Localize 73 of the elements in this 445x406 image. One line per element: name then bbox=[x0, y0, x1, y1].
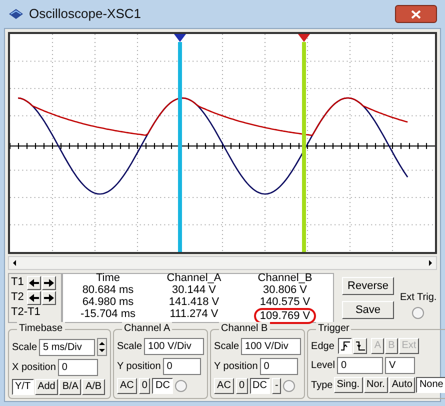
ext-trig-label: Ext Trig. bbox=[400, 290, 437, 304]
rising-edge-icon bbox=[340, 341, 350, 351]
action-button[interactable]: Save bbox=[342, 301, 394, 319]
column-header: Channel_A bbox=[166, 272, 222, 284]
action-button[interactable]: Reverse bbox=[342, 277, 394, 295]
oscilloscope-icon bbox=[8, 8, 24, 20]
cursor-marker-icon[interactable] bbox=[298, 34, 310, 42]
toggle-button[interactable]: B/A bbox=[59, 379, 82, 395]
radio-button[interactable] bbox=[412, 306, 424, 318]
field-label: Type bbox=[311, 378, 333, 392]
position-field[interactable]: 0 bbox=[162, 358, 201, 375]
close-icon bbox=[411, 10, 421, 18]
readout-value: 80.684 ms bbox=[81, 284, 135, 296]
right-arrow-icon bbox=[44, 294, 54, 302]
group-title: Trigger bbox=[316, 322, 352, 336]
position-field[interactable]: 0 bbox=[260, 358, 298, 375]
field-label: Y position bbox=[117, 360, 161, 374]
toggle-button[interactable]: A/B bbox=[82, 379, 105, 395]
readout-value: 111.274 V bbox=[168, 308, 220, 322]
readout-value: 30.144 V bbox=[170, 284, 218, 296]
field-label: Scale bbox=[214, 340, 240, 354]
toggle-button[interactable]: AC bbox=[214, 378, 234, 394]
toggle-button[interactable]: DC bbox=[152, 378, 173, 394]
left-arrow-button[interactable] bbox=[26, 276, 41, 290]
edge-button[interactable] bbox=[338, 338, 352, 354]
field-label: Edge bbox=[311, 340, 334, 354]
toggle-button[interactable]: Auto bbox=[388, 377, 416, 393]
toggle-button[interactable]: Y/T bbox=[12, 379, 34, 395]
close-button[interactable] bbox=[395, 5, 437, 23]
toggle-button[interactable]: 0 bbox=[138, 378, 150, 394]
scale-field[interactable]: 100 V/Div bbox=[241, 338, 302, 355]
field-label: X position bbox=[12, 361, 56, 375]
scale-field[interactable]: 100 V/Div bbox=[144, 338, 204, 355]
toggle-button[interactable]: Nor. bbox=[364, 377, 388, 393]
toggle-button[interactable]: 0 bbox=[236, 378, 248, 394]
field-label: Scale bbox=[117, 340, 142, 354]
spin-button[interactable] bbox=[97, 338, 108, 356]
window-title: Oscilloscope-XSC1 bbox=[29, 5, 141, 24]
toggle-button[interactable]: AC bbox=[117, 378, 137, 394]
toggle-button[interactable]: None bbox=[416, 377, 445, 393]
cursor-marker-icon[interactable] bbox=[174, 34, 186, 42]
radio-button[interactable] bbox=[174, 380, 187, 392]
toggle-button[interactable]: DC bbox=[250, 378, 270, 394]
field-label: Scale bbox=[12, 340, 38, 354]
field-label: Level bbox=[311, 359, 335, 373]
cursor-row-label: T1 bbox=[11, 275, 24, 290]
position-field[interactable]: 0 bbox=[58, 359, 98, 376]
column-header: Time bbox=[94, 272, 122, 284]
column-header: Channel_B bbox=[256, 272, 314, 284]
readout-value: 141.418 V bbox=[168, 296, 220, 308]
cursor-row-label: T2 bbox=[11, 290, 24, 306]
horizontal-scrollbar[interactable] bbox=[8, 256, 437, 270]
radio-button[interactable] bbox=[283, 380, 296, 392]
spin-arrows-icon bbox=[99, 340, 106, 354]
cursor-row-label: T2-T1 bbox=[11, 305, 40, 320]
unit-field[interactable]: V bbox=[384, 357, 415, 374]
right-arrow-button[interactable] bbox=[42, 276, 56, 290]
scale-field[interactable]: 5 ms/Div bbox=[39, 338, 96, 356]
left-arrow-button[interactable] bbox=[26, 290, 41, 304]
readout-value: -15.704 ms bbox=[79, 308, 137, 322]
right-arrow-button[interactable] bbox=[42, 290, 56, 304]
level-field[interactable]: 0 bbox=[336, 357, 383, 374]
field-label: Y position bbox=[214, 360, 258, 374]
readout-value: 140.575 V bbox=[258, 296, 312, 308]
right-arrow-icon bbox=[44, 278, 54, 286]
readout-value: 64.980 ms bbox=[81, 296, 135, 308]
toggle-button[interactable]: Add bbox=[34, 379, 58, 395]
left-arrow-icon bbox=[28, 278, 39, 286]
toggle-button[interactable]: Sing. bbox=[334, 377, 363, 393]
falling-edge-icon bbox=[356, 341, 365, 351]
left-arrow-icon bbox=[28, 294, 39, 302]
toggle-button[interactable]: - bbox=[272, 378, 282, 394]
readout-value: 30.806 V bbox=[262, 284, 308, 296]
